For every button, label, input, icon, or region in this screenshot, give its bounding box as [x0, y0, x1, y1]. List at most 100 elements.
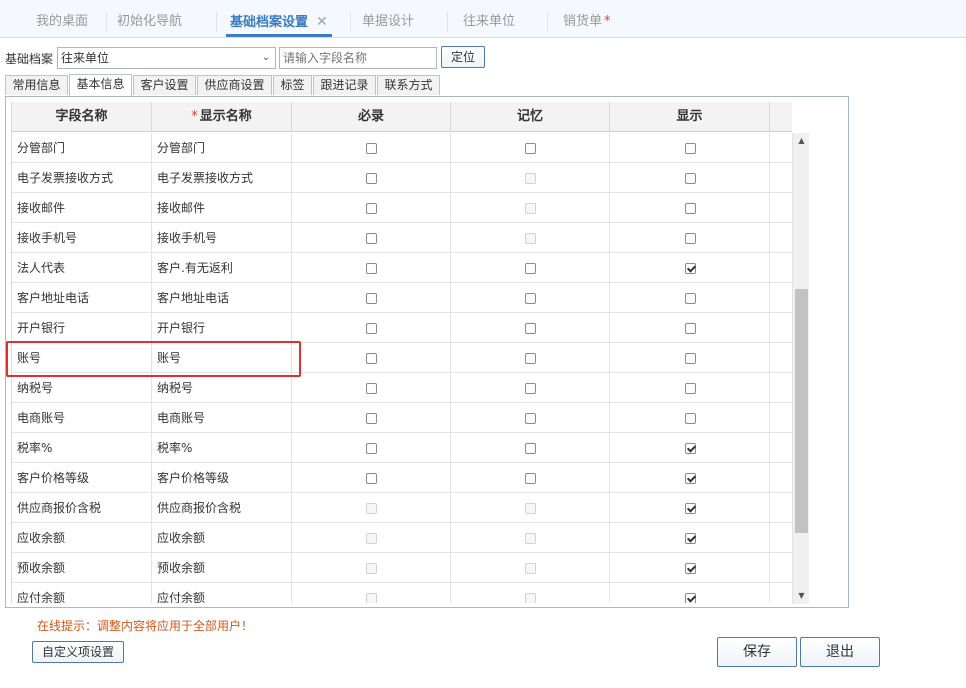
tab-sales-order-label: 销货单 [563, 14, 603, 29]
required-checkbox[interactable] [366, 383, 377, 394]
table-row[interactable]: 客户价格等级 客户价格等级 [12, 463, 792, 493]
memory-checkbox[interactable] [525, 413, 536, 424]
tab-archive-settings[interactable]: 基础档案设置 ✕ [226, 9, 332, 37]
field-name-cell: 接收邮件 [12, 193, 152, 223]
subtab-contacts[interactable]: 联系方式 [377, 75, 440, 95]
memory-checkbox[interactable] [525, 443, 536, 454]
subtab-basic-info[interactable]: 基本信息 [69, 74, 132, 96]
tab-partners[interactable]: 往来单位 [459, 9, 519, 37]
field-name-cell: 纳税号 [12, 373, 152, 403]
required-mark: * [191, 109, 198, 124]
save-button[interactable]: 保存 [717, 637, 797, 667]
subtab-supplier-settings[interactable]: 供应商设置 [197, 75, 272, 95]
show-checkbox[interactable] [684, 263, 696, 274]
table-row[interactable]: 税率% 税率% [12, 433, 792, 463]
show-checkbox[interactable] [684, 383, 696, 394]
memory-checkbox[interactable] [525, 323, 536, 334]
required-checkbox[interactable] [366, 173, 377, 184]
grid-scrollbar[interactable]: ▲ ▼ [792, 133, 809, 604]
archive-select[interactable]: 往来单位 ⌄ [57, 47, 276, 69]
show-checkbox-cell [610, 493, 770, 523]
scroll-down-icon[interactable]: ▼ [793, 588, 810, 604]
tab-document-design[interactable]: 单据设计 [358, 9, 418, 37]
show-checkbox[interactable] [684, 233, 696, 244]
show-checkbox[interactable] [684, 533, 696, 544]
display-name-cell: 纳税号 [152, 373, 292, 403]
required-checkbox[interactable] [366, 203, 377, 214]
memory-checkbox[interactable] [525, 263, 536, 274]
show-checkbox-cell [610, 403, 770, 433]
show-checkbox-cell [610, 133, 770, 163]
show-checkbox[interactable] [684, 593, 696, 603]
col-display-name-label: 显示名称 [199, 109, 252, 124]
required-checkbox-cell [292, 193, 451, 223]
show-checkbox-cell [610, 163, 770, 193]
table-row[interactable]: 纳税号 纳税号 [12, 373, 792, 403]
memory-checkbox-cell [451, 163, 610, 193]
table-row[interactable]: 应收余额 应收余额 [12, 523, 792, 553]
table-row[interactable]: 开户银行 开户银行 [12, 313, 792, 343]
show-checkbox[interactable] [684, 443, 696, 454]
show-checkbox[interactable] [684, 203, 696, 214]
tab-my-desktop[interactable]: 我的桌面 [32, 9, 92, 37]
required-checkbox[interactable] [366, 353, 377, 364]
table-row[interactable]: 供应商报价含税 供应商报价含税 [12, 493, 792, 523]
close-icon[interactable]: ✕ [316, 14, 328, 30]
required-checkbox[interactable] [366, 443, 377, 454]
table-row[interactable]: 客户地址电话 客户地址电话 [12, 283, 792, 313]
grid-header: 字段名称 * 显示名称 必录 记忆 显示 [12, 102, 792, 132]
table-row[interactable]: 预收余额 预收余额 [12, 553, 792, 583]
scrollbar-thumb[interactable] [795, 289, 808, 533]
subtab-tags[interactable]: 标签 [273, 75, 312, 95]
show-checkbox[interactable] [684, 173, 696, 184]
memory-checkbox-cell [451, 403, 610, 433]
table-row[interactable]: 接收邮件 接收邮件 [12, 193, 792, 223]
memory-checkbox [525, 203, 536, 214]
custom-fields-button[interactable]: 自定义项设置 [32, 641, 124, 663]
tab-init-guide[interactable]: 初始化导航 [113, 9, 186, 37]
required-checkbox[interactable] [366, 233, 377, 244]
memory-checkbox[interactable] [525, 473, 536, 484]
required-checkbox[interactable] [366, 323, 377, 334]
table-row[interactable]: 电商账号 电商账号 [12, 403, 792, 433]
show-checkbox[interactable] [684, 323, 696, 334]
memory-checkbox[interactable] [525, 353, 536, 364]
subtab-followup[interactable]: 跟进记录 [313, 75, 376, 95]
required-checkbox[interactable] [366, 263, 377, 274]
tab-divider [106, 12, 107, 32]
table-row[interactable]: 法人代表 客户.有无返利 [12, 253, 792, 283]
memory-checkbox [525, 233, 536, 244]
required-checkbox-cell [292, 403, 451, 433]
locate-button[interactable]: 定位 [441, 46, 485, 68]
subtab-customer-settings[interactable]: 客户设置 [133, 75, 196, 95]
show-checkbox[interactable] [684, 353, 696, 364]
memory-checkbox-cell [451, 583, 610, 603]
required-checkbox[interactable] [366, 473, 377, 484]
display-name-cell: 分管部门 [152, 133, 292, 163]
subtab-common-info[interactable]: 常用信息 [5, 75, 68, 95]
show-checkbox-cell [610, 343, 770, 373]
highlight-box [6, 341, 301, 377]
table-row[interactable]: 分管部门 分管部门 [12, 133, 792, 163]
show-checkbox[interactable] [684, 503, 696, 514]
exit-button[interactable]: 退出 [800, 637, 880, 667]
show-checkbox[interactable] [684, 413, 696, 424]
archive-select-value: 往来单位 [61, 51, 110, 65]
field-search-input[interactable] [279, 47, 437, 69]
show-checkbox[interactable] [684, 143, 696, 154]
scroll-up-icon[interactable]: ▲ [793, 133, 810, 149]
show-checkbox[interactable] [684, 293, 696, 304]
memory-checkbox[interactable] [525, 293, 536, 304]
memory-checkbox[interactable] [525, 143, 536, 154]
required-checkbox[interactable] [366, 293, 377, 304]
memory-checkbox[interactable] [525, 383, 536, 394]
show-checkbox[interactable] [684, 563, 696, 574]
show-checkbox[interactable] [684, 473, 696, 484]
table-row[interactable]: 接收手机号 接收手机号 [12, 223, 792, 253]
required-checkbox[interactable] [366, 143, 377, 154]
required-checkbox[interactable] [366, 413, 377, 424]
tab-divider [350, 12, 351, 32]
tab-sales-order[interactable]: 销货单 * [559, 9, 615, 37]
table-row[interactable]: 应付余额 应付余额 [12, 583, 792, 603]
table-row[interactable]: 电子发票接收方式 电子发票接收方式 [12, 163, 792, 193]
